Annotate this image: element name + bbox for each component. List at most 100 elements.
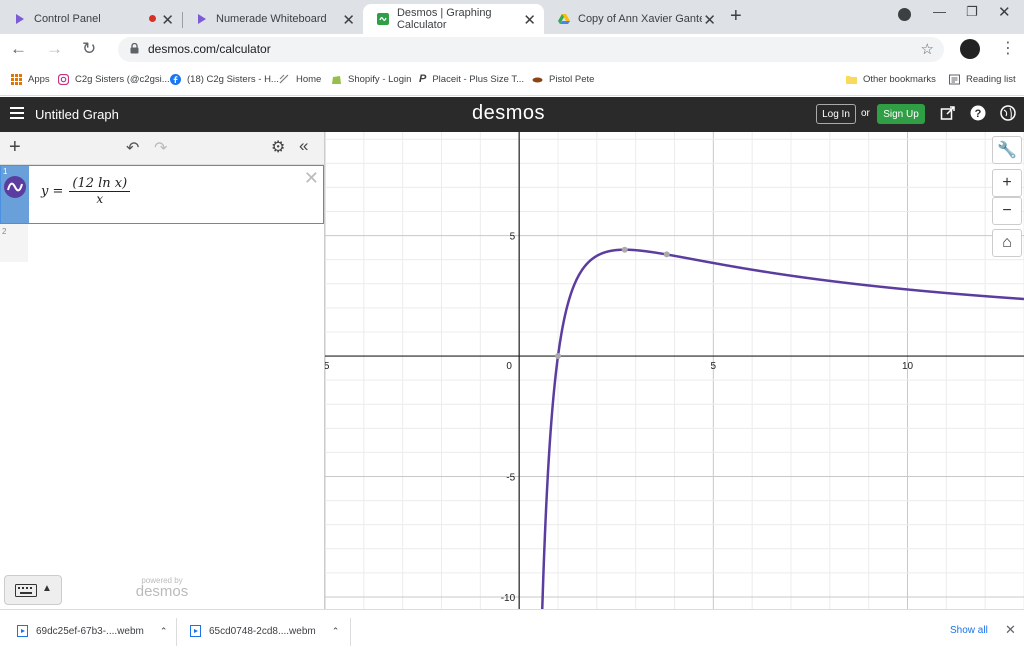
close-window-icon[interactable]: ✕: [998, 3, 1011, 21]
function-curve: [541, 248, 1024, 609]
graph-svg[interactable]: -5 0 5 10 5 -5 -10: [325, 132, 1024, 609]
expression-row[interactable]: 1 y = (12 ln x) x ✕: [0, 165, 324, 224]
bookmark-pistol-pete[interactable]: Pistol Pete: [532, 74, 594, 85]
keypad-toggle-button[interactable]: ▲: [4, 575, 62, 605]
bookmark-home[interactable]: Home: [279, 74, 321, 85]
expression-index: 1: [3, 167, 8, 176]
desmos-favicon-icon: [377, 13, 389, 25]
graph-title[interactable]: Untitled Graph: [35, 107, 119, 122]
signup-button[interactable]: Sign Up: [877, 104, 925, 124]
keyboard-icon: [15, 584, 37, 597]
reading-list-icon: [949, 74, 960, 85]
collapse-list-icon[interactable]: «: [299, 136, 308, 156]
tab-numerade-whiteboard[interactable]: Numerade Whiteboard ✕: [182, 4, 363, 34]
bookmark-placeit[interactable]: P Placeit - Plus Size T...: [419, 74, 524, 86]
close-downloads-icon[interactable]: ✕: [1005, 622, 1016, 638]
other-bookmarks-label: Other bookmarks: [863, 74, 936, 85]
zoom-out-icon[interactable]: −: [992, 197, 1022, 225]
or-label: or: [861, 108, 870, 119]
show-all-downloads-link[interactable]: Show all: [950, 625, 988, 636]
minimize-icon[interactable]: —: [933, 4, 946, 19]
formula-numerator: (12 ln x): [69, 176, 131, 192]
globe-icon[interactable]: [1000, 105, 1016, 121]
home-link-icon: [279, 74, 289, 84]
bookmark-star-icon[interactable]: ☆: [921, 40, 934, 58]
share-icon[interactable]: [940, 105, 956, 121]
video-file-icon: [17, 625, 28, 637]
close-tab-icon[interactable]: ✕: [523, 11, 536, 29]
lock-icon: [130, 43, 139, 54]
bookmark-label: Pistol Pete: [549, 74, 595, 85]
graph-canvas[interactable]: -5 0 5 10 5 -5 -10: [325, 132, 1024, 609]
tab-title: Control Panel: [34, 13, 101, 25]
url-text[interactable]: desmos.com/calculator: [148, 42, 271, 56]
point-of-interest: [663, 251, 670, 258]
download-divider: [350, 618, 351, 646]
powered-by-logo: desmos: [135, 583, 189, 600]
download-item[interactable]: 69dc25ef-67b3-....webm ⌃: [17, 625, 167, 637]
svg-text:?: ?: [975, 108, 982, 120]
bookmark-label: Apps: [28, 74, 50, 85]
reload-icon[interactable]: ↻: [82, 39, 96, 59]
download-divider: [176, 618, 177, 646]
bookmark-instagram[interactable]: C2g Sisters (@c2gsi...: [58, 74, 170, 85]
back-icon[interactable]: ←: [10, 39, 27, 59]
expression-formula[interactable]: y = (12 ln x) x: [41, 176, 131, 206]
x-tick-label: 0: [506, 361, 512, 372]
graph-settings-wrench-icon[interactable]: 🔧: [992, 136, 1022, 164]
add-item-icon[interactable]: +: [9, 136, 21, 159]
expression-panel: + ↶ ↷ ⚙ « 1 y = (12 ln x) x ✕ 2 ▲ powere…: [0, 132, 325, 609]
delete-expression-icon[interactable]: ✕: [304, 168, 319, 189]
reading-list[interactable]: Reading list: [949, 74, 1016, 85]
tab-control-panel[interactable]: Control Panel ✕: [0, 4, 183, 34]
bookmark-facebook[interactable]: (18) C2g Sisters - H...: [170, 74, 279, 85]
help-icon[interactable]: ?: [970, 105, 986, 121]
browser-menu-icon[interactable]: ⋮: [1000, 38, 1016, 58]
zoom-in-icon[interactable]: +: [992, 169, 1022, 197]
redo-icon[interactable]: ↷: [154, 138, 167, 158]
download-item[interactable]: 65cd0748-2cd8....webm ⌃: [190, 625, 339, 637]
y-tick-label: -10: [501, 593, 516, 604]
restore-icon[interactable]: ❐: [966, 4, 978, 20]
expression-tag[interactable]: 1: [1, 166, 29, 223]
bookmarks-bar: Apps C2g Sisters (@c2gsi... (18) C2g Sis…: [0, 66, 1024, 96]
close-tab-icon[interactable]: ✕: [342, 11, 355, 29]
chevron-up-icon[interactable]: ⌃: [160, 626, 168, 637]
formula-denominator: x: [96, 192, 104, 206]
point-of-interest: [555, 353, 561, 360]
tab-desmos[interactable]: Desmos | Graphing Calculator ✕: [363, 4, 544, 34]
point-of-interest: [621, 246, 628, 253]
login-button[interactable]: Log In: [816, 104, 856, 124]
bookmark-shopify[interactable]: Shopify - Login: [331, 74, 411, 85]
bookmark-apps[interactable]: Apps: [11, 74, 50, 85]
omnibox[interactable]: desmos.com/calculator ☆: [118, 37, 944, 62]
other-bookmarks[interactable]: Other bookmarks: [846, 74, 936, 85]
desmos-logo: desmos: [472, 102, 546, 124]
numerade-favicon-icon: [16, 14, 24, 24]
tab-search-icon[interactable]: [898, 8, 911, 21]
expression-toolbar: + ↶ ↷ ⚙ «: [0, 132, 324, 165]
shopify-icon: [332, 76, 341, 84]
tab-title: Numerade Whiteboard: [216, 13, 327, 25]
settings-gear-icon[interactable]: ⚙: [271, 137, 285, 157]
apps-grid-icon: [11, 74, 22, 85]
tab-title: Copy of Ann Xavier Gantert - A: [578, 13, 702, 25]
forward-icon[interactable]: →: [46, 39, 63, 59]
new-tab-icon[interactable]: +: [730, 5, 742, 28]
chevron-up-icon[interactable]: ⌃: [332, 626, 340, 637]
graph-style-wave-icon[interactable]: [4, 176, 26, 198]
home-view-icon[interactable]: ⌂: [992, 229, 1022, 257]
numerade-favicon-icon: [198, 14, 206, 24]
tab-google-drive-copy[interactable]: Copy of Ann Xavier Gantert - A ✕: [544, 4, 724, 34]
pistol-pete-icon: [532, 77, 543, 83]
bookmark-label: Home: [296, 74, 322, 85]
x-tick-label: 5: [711, 361, 717, 372]
profile-avatar[interactable]: [960, 39, 980, 59]
y-tick-label: -5: [506, 473, 515, 484]
download-filename: 65cd0748-2cd8....webm: [209, 625, 316, 637]
close-tab-icon[interactable]: ✕: [703, 11, 716, 29]
empty-expression-row[interactable]: 2: [0, 224, 28, 262]
hamburger-menu-icon[interactable]: [10, 107, 24, 121]
undo-icon[interactable]: ↶: [126, 138, 139, 158]
close-tab-icon[interactable]: ✕: [161, 11, 174, 29]
